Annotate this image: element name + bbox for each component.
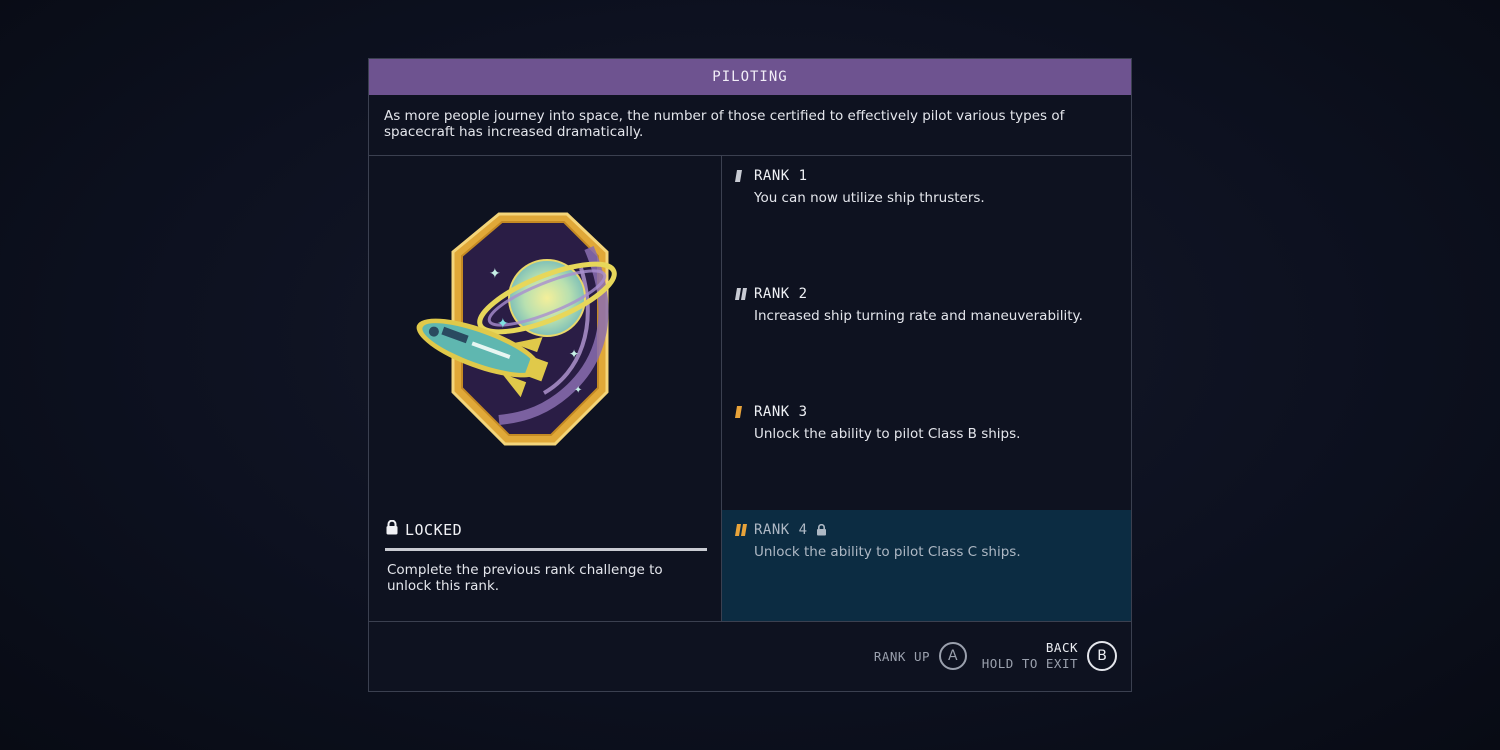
- b-button-icon: B: [1087, 641, 1117, 671]
- shuttle-planet-patch-icon: ✦ ✦ ✦ ✦: [409, 208, 649, 453]
- skill-badge-area: ✦ ✦ ✦ ✦ LOCKED Complete the previous ran…: [369, 156, 722, 621]
- rank-2-description: Increased ship turning rate and maneuver…: [754, 308, 1083, 324]
- svg-text:✦: ✦: [497, 316, 509, 332]
- rank-4-lock-icon: [816, 524, 827, 536]
- rank-4-description: Unlock the ability to pilot Class C ship…: [754, 544, 1021, 560]
- rank-4-label: RANK 4: [754, 522, 808, 538]
- rank-2-label: RANK 2: [754, 286, 808, 302]
- back-label: BACK: [1045, 640, 1078, 655]
- rank-1-marker-icon: [734, 169, 754, 183]
- rank-4-marker-icon: [734, 523, 754, 537]
- a-button-icon: A: [939, 642, 967, 670]
- rank-up-button[interactable]: RANK UP A: [874, 642, 967, 670]
- rank-list: RANK 1 You can now utilize ship thruster…: [722, 156, 1131, 621]
- rank-1-label: RANK 1: [754, 168, 808, 184]
- rank-item-4[interactable]: RANK 4 Unlock the ability to pilot Class…: [722, 510, 1131, 621]
- hold-to-exit-label: HOLD TO EXIT: [981, 656, 1078, 671]
- rank-item-2[interactable]: RANK 2 Increased ship turning rate and m…: [722, 274, 1131, 392]
- rank-2-marker-icon: [734, 287, 754, 301]
- skill-description: As more people journey into space, the n…: [369, 95, 1131, 156]
- skill-title-bar: PILOTING: [369, 59, 1131, 95]
- skill-panel: PILOTING As more people journey into spa…: [368, 58, 1132, 692]
- skill-title: PILOTING: [712, 69, 788, 85]
- rank-3-label: RANK 3: [754, 404, 808, 420]
- rank-item-3[interactable]: RANK 3 Unlock the ability to pilot Class…: [722, 392, 1131, 510]
- svg-text:✦: ✦: [489, 266, 501, 282]
- rank-up-label: RANK UP: [873, 648, 930, 664]
- lock-icon: [385, 519, 399, 539]
- svg-text:✦: ✦: [569, 347, 579, 361]
- lock-divider: [385, 548, 707, 551]
- rank-3-marker-icon: [734, 405, 754, 419]
- rank-1-description: You can now utilize ship thrusters.: [754, 190, 985, 206]
- footer-controls: RANK UP A BACK HOLD TO EXIT B: [369, 621, 1131, 691]
- back-button[interactable]: BACK HOLD TO EXIT B: [982, 640, 1117, 672]
- lock-status-label: LOCKED: [405, 520, 463, 539]
- lock-description: Complete the previous rank challenge to …: [387, 562, 663, 594]
- lock-status: LOCKED: [385, 519, 463, 539]
- svg-text:✦: ✦: [574, 385, 582, 396]
- rank-item-1[interactable]: RANK 1 You can now utilize ship thruster…: [722, 156, 1131, 274]
- rank-3-description: Unlock the ability to pilot Class B ship…: [754, 426, 1021, 442]
